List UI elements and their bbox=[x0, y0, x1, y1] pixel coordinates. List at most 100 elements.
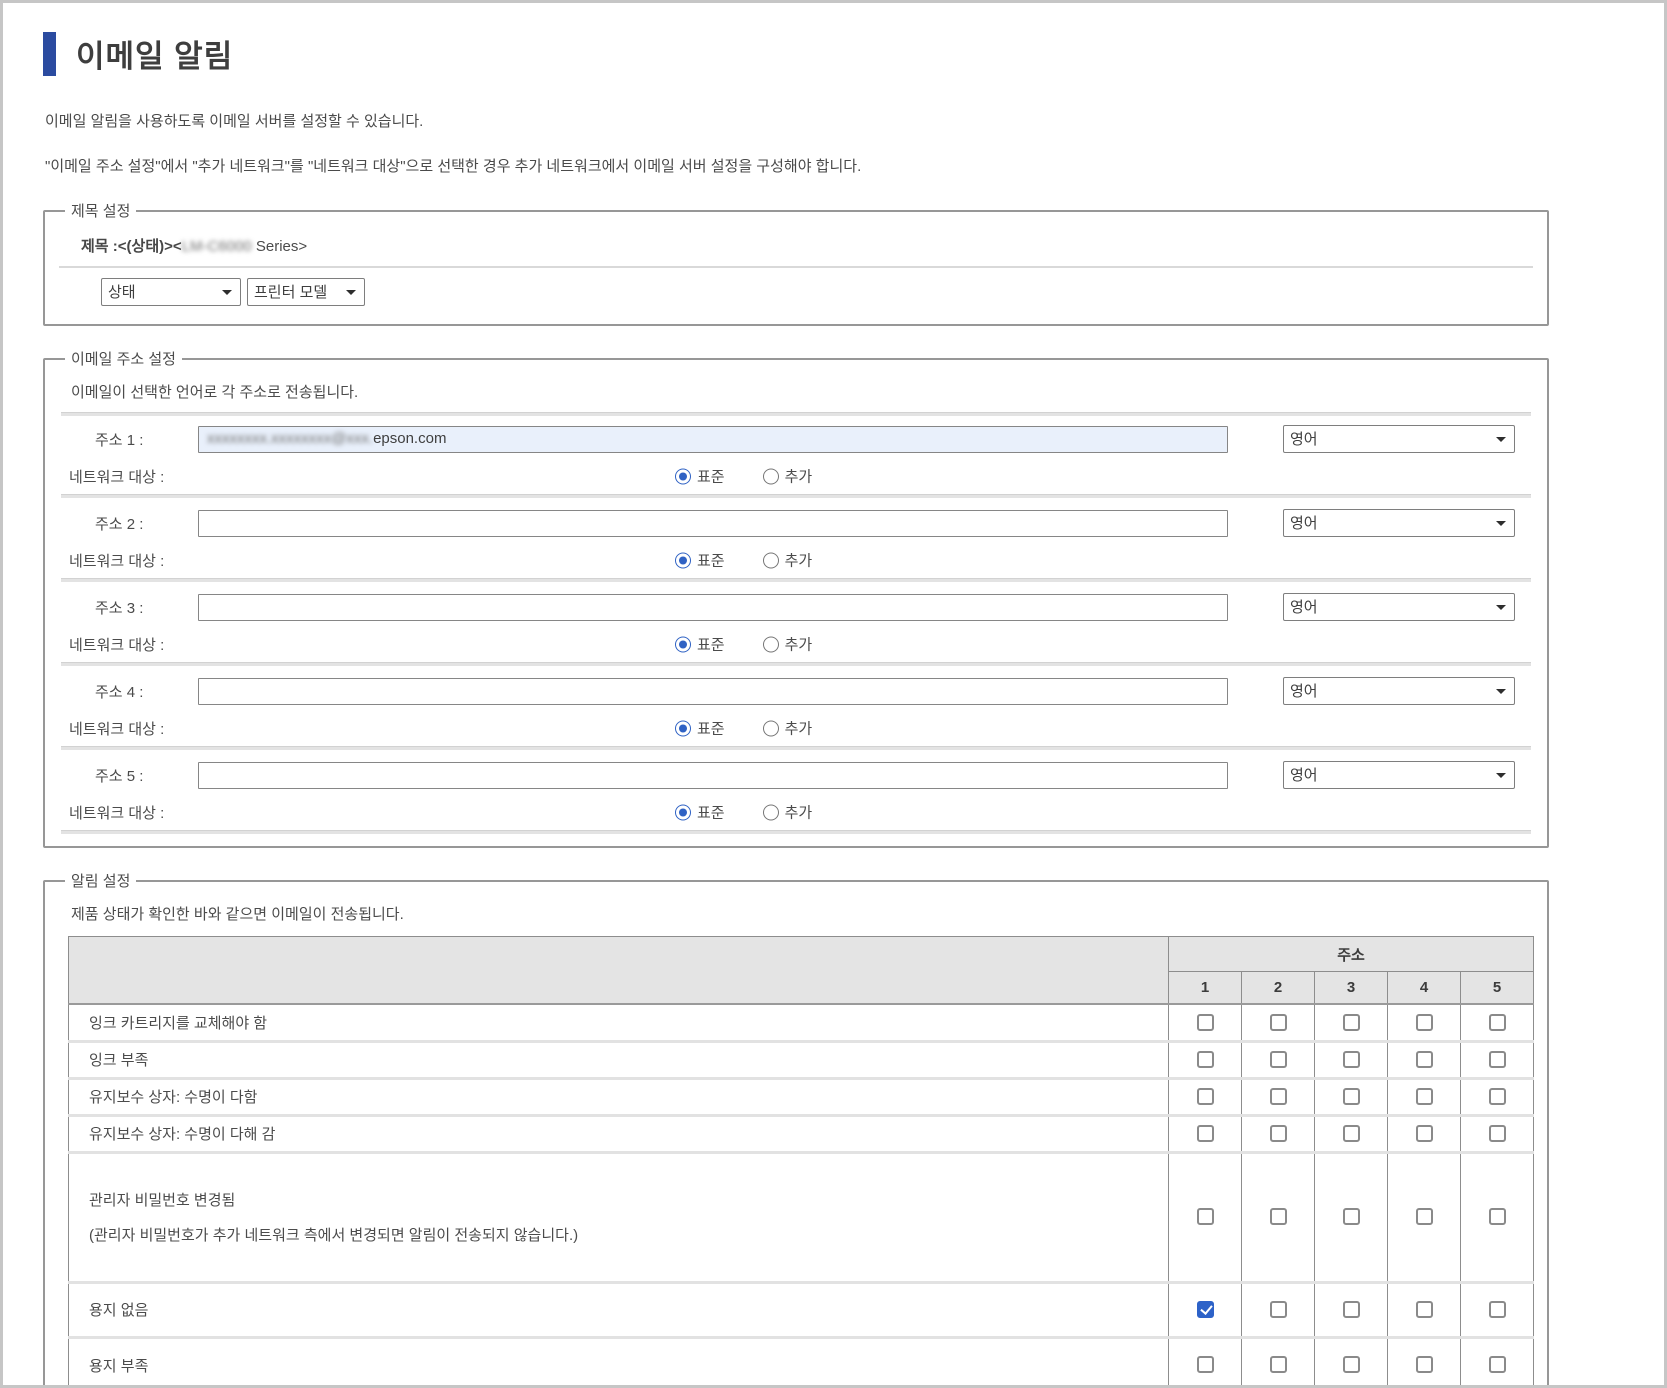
address-input[interactable] bbox=[198, 594, 1228, 621]
notify-checkbox-row2-addr4[interactable] bbox=[1416, 1051, 1433, 1068]
checkbox-cell bbox=[1461, 1152, 1534, 1282]
radio-standard-label: 표준 bbox=[697, 550, 725, 571]
network-additional-radio[interactable]: 추가 bbox=[763, 718, 813, 739]
notify-checkbox-row7-addr4[interactable] bbox=[1416, 1356, 1433, 1373]
notification-label-cell: 잉크 카트리지를 교체해야 함 bbox=[69, 1004, 1169, 1041]
notify-checkbox-row1-addr1[interactable] bbox=[1197, 1014, 1214, 1031]
radio-additional-label: 추가 bbox=[785, 550, 813, 571]
language-select[interactable]: 영어 bbox=[1283, 425, 1515, 453]
notify-checkbox-row2-addr3[interactable] bbox=[1343, 1051, 1360, 1068]
language-select[interactable]: 영어 bbox=[1283, 509, 1515, 537]
notify-checkbox-row2-addr5[interactable] bbox=[1489, 1051, 1506, 1068]
subject-preview: 제목 :<(상태)><LM-C6000 Series> bbox=[81, 235, 1535, 256]
network-standard-radio[interactable]: 표준 bbox=[675, 550, 725, 571]
notify-checkbox-row7-addr3[interactable] bbox=[1343, 1356, 1360, 1373]
network-additional-radio[interactable]: 추가 bbox=[763, 802, 813, 823]
address-input[interactable] bbox=[198, 510, 1228, 537]
language-select-wrap: 영어 bbox=[1283, 761, 1515, 789]
notify-checkbox-row4-addr2[interactable] bbox=[1270, 1125, 1287, 1142]
language-select-wrap: 영어 bbox=[1283, 677, 1515, 705]
address-group: 주소 1 : xxxxxxxx.xxxxxxxx@xxx.epson.com 영… bbox=[57, 420, 1535, 500]
title-accent-bar bbox=[43, 32, 56, 76]
checkbox-cell bbox=[1461, 1115, 1534, 1152]
notification-label: 용지 없음 bbox=[89, 1299, 1168, 1320]
separator bbox=[61, 662, 1531, 666]
notify-checkbox-row5-addr5[interactable] bbox=[1489, 1208, 1506, 1225]
notify-checkbox-row7-addr5[interactable] bbox=[1489, 1356, 1506, 1373]
notify-checkbox-row5-addr1[interactable] bbox=[1197, 1208, 1214, 1225]
notification-row: 유지보수 상자: 수명이 다해 감 bbox=[69, 1115, 1534, 1152]
network-standard-radio[interactable]: 표준 bbox=[675, 634, 725, 655]
notification-label-cell: 용지 부족 bbox=[69, 1337, 1169, 1388]
email-address-settings-section: 이메일 주소 설정 이메일이 선택한 언어로 각 주소로 전송됩니다. 주소 1… bbox=[43, 348, 1549, 848]
checkbox-cell bbox=[1315, 1337, 1388, 1388]
radio-additional-label: 추가 bbox=[785, 634, 813, 655]
radio-standard-label: 표준 bbox=[697, 718, 725, 739]
language-select[interactable]: 영어 bbox=[1283, 593, 1515, 621]
address-label: 주소 3 : bbox=[57, 597, 198, 618]
page-description-1: 이메일 알림을 사용하도록 이메일 서버를 설정할 수 있습니다. bbox=[45, 110, 1624, 131]
notification-row: 관리자 비밀번호 변경됨 (관리자 비밀번호가 추가 네트워크 측에서 변경되면… bbox=[69, 1152, 1534, 1282]
language-select[interactable]: 영어 bbox=[1283, 761, 1515, 789]
notify-checkbox-row7-addr1[interactable] bbox=[1197, 1356, 1214, 1373]
notify-checkbox-row6-addr5[interactable] bbox=[1489, 1301, 1506, 1318]
network-standard-radio[interactable]: 표준 bbox=[675, 718, 725, 739]
notification-sublabel: (관리자 비밀번호가 추가 네트워크 측에서 변경되면 알림이 전송되지 않습니… bbox=[89, 1224, 1168, 1245]
notify-checkbox-row7-addr2[interactable] bbox=[1270, 1356, 1287, 1373]
notify-checkbox-row1-addr5[interactable] bbox=[1489, 1014, 1506, 1031]
radio-selected-icon bbox=[675, 804, 691, 820]
network-standard-radio[interactable]: 표준 bbox=[675, 802, 725, 823]
network-target-label: 네트워크 대상 : bbox=[57, 466, 164, 487]
network-additional-radio[interactable]: 추가 bbox=[763, 634, 813, 655]
notify-checkbox-row4-addr1[interactable] bbox=[1197, 1125, 1214, 1142]
notify-checkbox-row1-addr2[interactable] bbox=[1270, 1014, 1287, 1031]
subject-part2-select[interactable]: 프린터 모델 bbox=[247, 278, 365, 306]
notification-label-cell: 용지 없음 bbox=[69, 1282, 1169, 1337]
notify-checkbox-row6-addr1[interactable] bbox=[1197, 1301, 1214, 1318]
notify-checkbox-row4-addr4[interactable] bbox=[1416, 1125, 1433, 1142]
network-additional-radio[interactable]: 추가 bbox=[763, 550, 813, 571]
address-row: 주소 3 : 영어 bbox=[57, 588, 1535, 626]
address-input[interactable] bbox=[198, 678, 1228, 705]
subject-settings-section: 제목 설정 제목 :<(상태)><LM-C6000 Series> 상태 프린터… bbox=[43, 200, 1549, 326]
notify-checkbox-row1-addr3[interactable] bbox=[1343, 1014, 1360, 1031]
network-standard-radio[interactable]: 표준 bbox=[675, 466, 725, 487]
address-input[interactable] bbox=[198, 762, 1228, 789]
network-additional-radio[interactable]: 추가 bbox=[763, 466, 813, 487]
notify-checkbox-row6-addr4[interactable] bbox=[1416, 1301, 1433, 1318]
network-target-row: 네트워크 대상 : 표준 추가 bbox=[57, 626, 1535, 662]
notify-checkbox-row2-addr2[interactable] bbox=[1270, 1051, 1287, 1068]
notify-checkbox-row6-addr2[interactable] bbox=[1270, 1301, 1287, 1318]
subject-status-token: <(상태)>< bbox=[118, 238, 182, 255]
checkbox-cell bbox=[1315, 1152, 1388, 1282]
checkbox-cell bbox=[1242, 1282, 1315, 1337]
notify-checkbox-row5-addr2[interactable] bbox=[1270, 1208, 1287, 1225]
notify-checkbox-row3-addr5[interactable] bbox=[1489, 1088, 1506, 1105]
notification-table-body: 잉크 카트리지를 교체해야 함 잉크 부족 유지보수 상자: 수명이 다함 유지… bbox=[69, 1004, 1534, 1388]
notify-checkbox-row6-addr3[interactable] bbox=[1343, 1301, 1360, 1318]
notify-checkbox-row4-addr5[interactable] bbox=[1489, 1125, 1506, 1142]
checkbox-cell bbox=[1461, 1337, 1534, 1388]
address-group-header: 주소 bbox=[1169, 937, 1534, 972]
notify-checkbox-row3-addr4[interactable] bbox=[1416, 1088, 1433, 1105]
notification-row: 잉크 부족 bbox=[69, 1041, 1534, 1078]
notify-checkbox-row3-addr3[interactable] bbox=[1343, 1088, 1360, 1105]
checkbox-cell bbox=[1242, 1004, 1315, 1041]
language-select-wrap: 영어 bbox=[1283, 593, 1515, 621]
notify-checkbox-row3-addr2[interactable] bbox=[1270, 1088, 1287, 1105]
checkbox-cell bbox=[1242, 1337, 1315, 1388]
checkbox-cell bbox=[1315, 1078, 1388, 1115]
notify-checkbox-row5-addr3[interactable] bbox=[1343, 1208, 1360, 1225]
language-select[interactable]: 영어 bbox=[1283, 677, 1515, 705]
subject-part1-select[interactable]: 상태 bbox=[101, 278, 241, 306]
notify-checkbox-row2-addr1[interactable] bbox=[1197, 1051, 1214, 1068]
notify-checkbox-row1-addr4[interactable] bbox=[1416, 1014, 1433, 1031]
radio-unselected-icon bbox=[763, 552, 779, 568]
address-row: 주소 5 : 영어 bbox=[57, 756, 1535, 794]
notify-checkbox-row3-addr1[interactable] bbox=[1197, 1088, 1214, 1105]
checkbox-cell bbox=[1169, 1115, 1242, 1152]
address-label: 주소 5 : bbox=[57, 765, 198, 786]
notify-checkbox-row5-addr4[interactable] bbox=[1416, 1208, 1433, 1225]
address-input[interactable]: xxxxxxxx.xxxxxxxx@xxx.epson.com bbox=[198, 426, 1228, 453]
notify-checkbox-row4-addr3[interactable] bbox=[1343, 1125, 1360, 1142]
